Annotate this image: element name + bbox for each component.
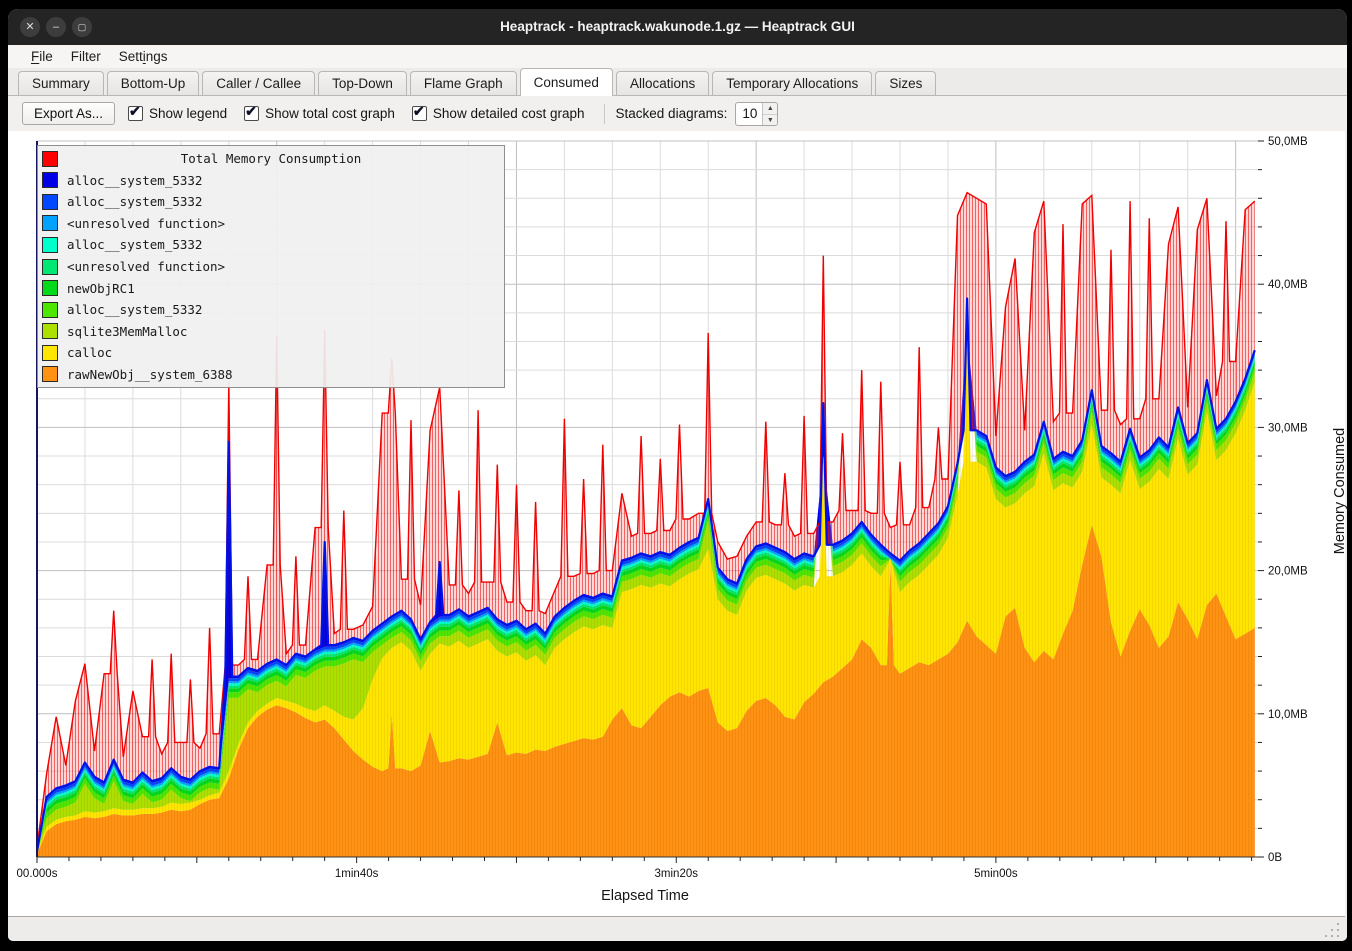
spin-up-icon[interactable]: ▲ <box>763 103 777 115</box>
checkbox-label: Show legend <box>149 106 227 121</box>
legend-label: alloc__system_5332 <box>67 173 202 188</box>
legend-item: sqlite3MemMalloc <box>42 320 500 342</box>
checkbox-group: ✔ Show legend ✔ Show total cost graph ✔ Show … <box>128 106 602 121</box>
tab-flame-graph[interactable]: Flame Graph <box>410 71 517 95</box>
window-title: Heaptrack - heaptrack.wakunode.1.gz — He… <box>8 9 1347 45</box>
legend-label: newObjRC1 <box>67 281 135 296</box>
legend-label: rawNewObj__system_6388 <box>67 367 233 382</box>
svg-text:0B: 0B <box>1268 852 1282 864</box>
tab-allocations[interactable]: Allocations <box>616 71 709 95</box>
legend-item: alloc__system_5332 <box>42 234 500 256</box>
export-as-button[interactable]: Export As... <box>22 102 115 125</box>
tab-bottom-up[interactable]: Bottom-Up <box>107 71 200 95</box>
status-strip <box>8 917 1347 941</box>
legend-label: Total Memory Consumption <box>67 151 475 166</box>
menu-item-settings[interactable]: Settings <box>110 47 177 66</box>
legend-label: alloc__system_5332 <box>67 302 202 317</box>
legend-swatch-icon <box>42 237 58 253</box>
y-axis-title: Memory Consumed <box>1332 411 1347 571</box>
svg-text:00.000s: 00.000s <box>17 868 58 880</box>
checkbox-box[interactable]: ✔ <box>412 106 427 121</box>
legend-item: <unresolved function> <box>42 213 500 235</box>
legend-swatch-icon <box>42 194 58 210</box>
checkbox-show-total-cost-graph[interactable]: ✔ Show total cost graph <box>244 106 395 121</box>
legend-item: calloc <box>42 342 500 364</box>
legend-swatch-icon <box>42 323 58 339</box>
svg-text:40,0MB: 40,0MB <box>1268 279 1308 291</box>
svg-text:5min00s: 5min00s <box>974 868 1018 880</box>
legend-item: alloc__system_5332 <box>42 170 500 192</box>
toolbar-separator <box>604 104 605 124</box>
menu-item-file[interactable]: File <box>22 47 62 66</box>
svg-text:20,0MB: 20,0MB <box>1268 566 1308 578</box>
tab-bar: SummaryBottom-UpCaller / CalleeTop-DownF… <box>8 68 1347 96</box>
legend-item: newObjRC1 <box>42 277 500 299</box>
tab-sizes[interactable]: Sizes <box>875 71 936 95</box>
checkbox-show-detailed-cost-graph[interactable]: ✔ Show detailed cost graph <box>412 106 585 121</box>
legend-swatch-icon <box>42 280 58 296</box>
legend-swatch-icon <box>42 215 58 231</box>
chart-legend: Total Memory Consumption alloc__system_53… <box>37 145 505 388</box>
stacked-diagrams-value[interactable]: 10 <box>736 103 762 125</box>
checkbox-show-legend[interactable]: ✔ Show legend <box>128 106 227 121</box>
legend-label: <unresolved function> <box>67 259 225 274</box>
legend-swatch-icon <box>42 151 58 167</box>
checkbox-box[interactable]: ✔ <box>244 106 259 121</box>
main-window: ✕ – ▢ Heaptrack - heaptrack.wakunode.1.g… <box>8 9 1347 941</box>
svg-text:50,0MB: 50,0MB <box>1268 136 1308 148</box>
tab-temporary-allocations[interactable]: Temporary Allocations <box>712 71 872 95</box>
stacked-diagrams-label: Stacked diagrams: <box>616 106 728 121</box>
spin-down-icon[interactable]: ▼ <box>763 115 777 126</box>
svg-text:30,0MB: 30,0MB <box>1268 422 1308 434</box>
resize-grip-icon[interactable] <box>1325 923 1341 937</box>
checkbox-label: Show total cost graph <box>265 106 395 121</box>
stacked-diagrams-stepper[interactable]: 10 ▲ ▼ <box>735 102 778 126</box>
legend-label: calloc <box>67 345 112 360</box>
title-bar[interactable]: ✕ – ▢ Heaptrack - heaptrack.wakunode.1.g… <box>8 9 1347 45</box>
legend-swatch-icon <box>42 345 58 361</box>
tab-caller-callee[interactable]: Caller / Callee <box>202 71 315 95</box>
memory-consumed-chart[interactable]: 00.000s 1min40s 3min20s 5min00s 0B 10,0MB 20,0… <box>8 131 1345 917</box>
menu-bar: FileFilterSettings <box>8 45 1347 68</box>
legend-item: alloc__system_5332 <box>42 299 500 321</box>
legend-swatch-icon <box>42 302 58 318</box>
toolbar: Export As... ✔ Show legend ✔ Show total cos… <box>8 96 1347 131</box>
legend-item: rawNewObj__system_6388 <box>42 363 500 385</box>
legend-label: alloc__system_5332 <box>67 194 202 209</box>
tab-consumed[interactable]: Consumed <box>520 68 613 96</box>
legend-label: alloc__system_5332 <box>67 237 202 252</box>
legend-swatch-icon <box>42 366 58 382</box>
legend-item: alloc__system_5332 <box>42 191 500 213</box>
legend-swatch-icon <box>42 172 58 188</box>
svg-text:3min20s: 3min20s <box>655 868 699 880</box>
legend-title-row: Total Memory Consumption <box>42 148 500 170</box>
legend-item: <unresolved function> <box>42 256 500 278</box>
legend-label: <unresolved function> <box>67 216 225 231</box>
menu-item-filter[interactable]: Filter <box>62 47 110 66</box>
checkbox-label: Show detailed cost graph <box>433 106 585 121</box>
x-axis-title: Elapsed Time <box>8 888 1282 904</box>
legend-swatch-icon <box>42 259 58 275</box>
legend-label: sqlite3MemMalloc <box>67 324 187 339</box>
tab-top-down[interactable]: Top-Down <box>318 71 407 95</box>
svg-text:10,0MB: 10,0MB <box>1268 709 1308 721</box>
svg-text:1min40s: 1min40s <box>335 868 379 880</box>
tab-summary[interactable]: Summary <box>18 71 104 95</box>
checkbox-box[interactable]: ✔ <box>128 106 143 121</box>
